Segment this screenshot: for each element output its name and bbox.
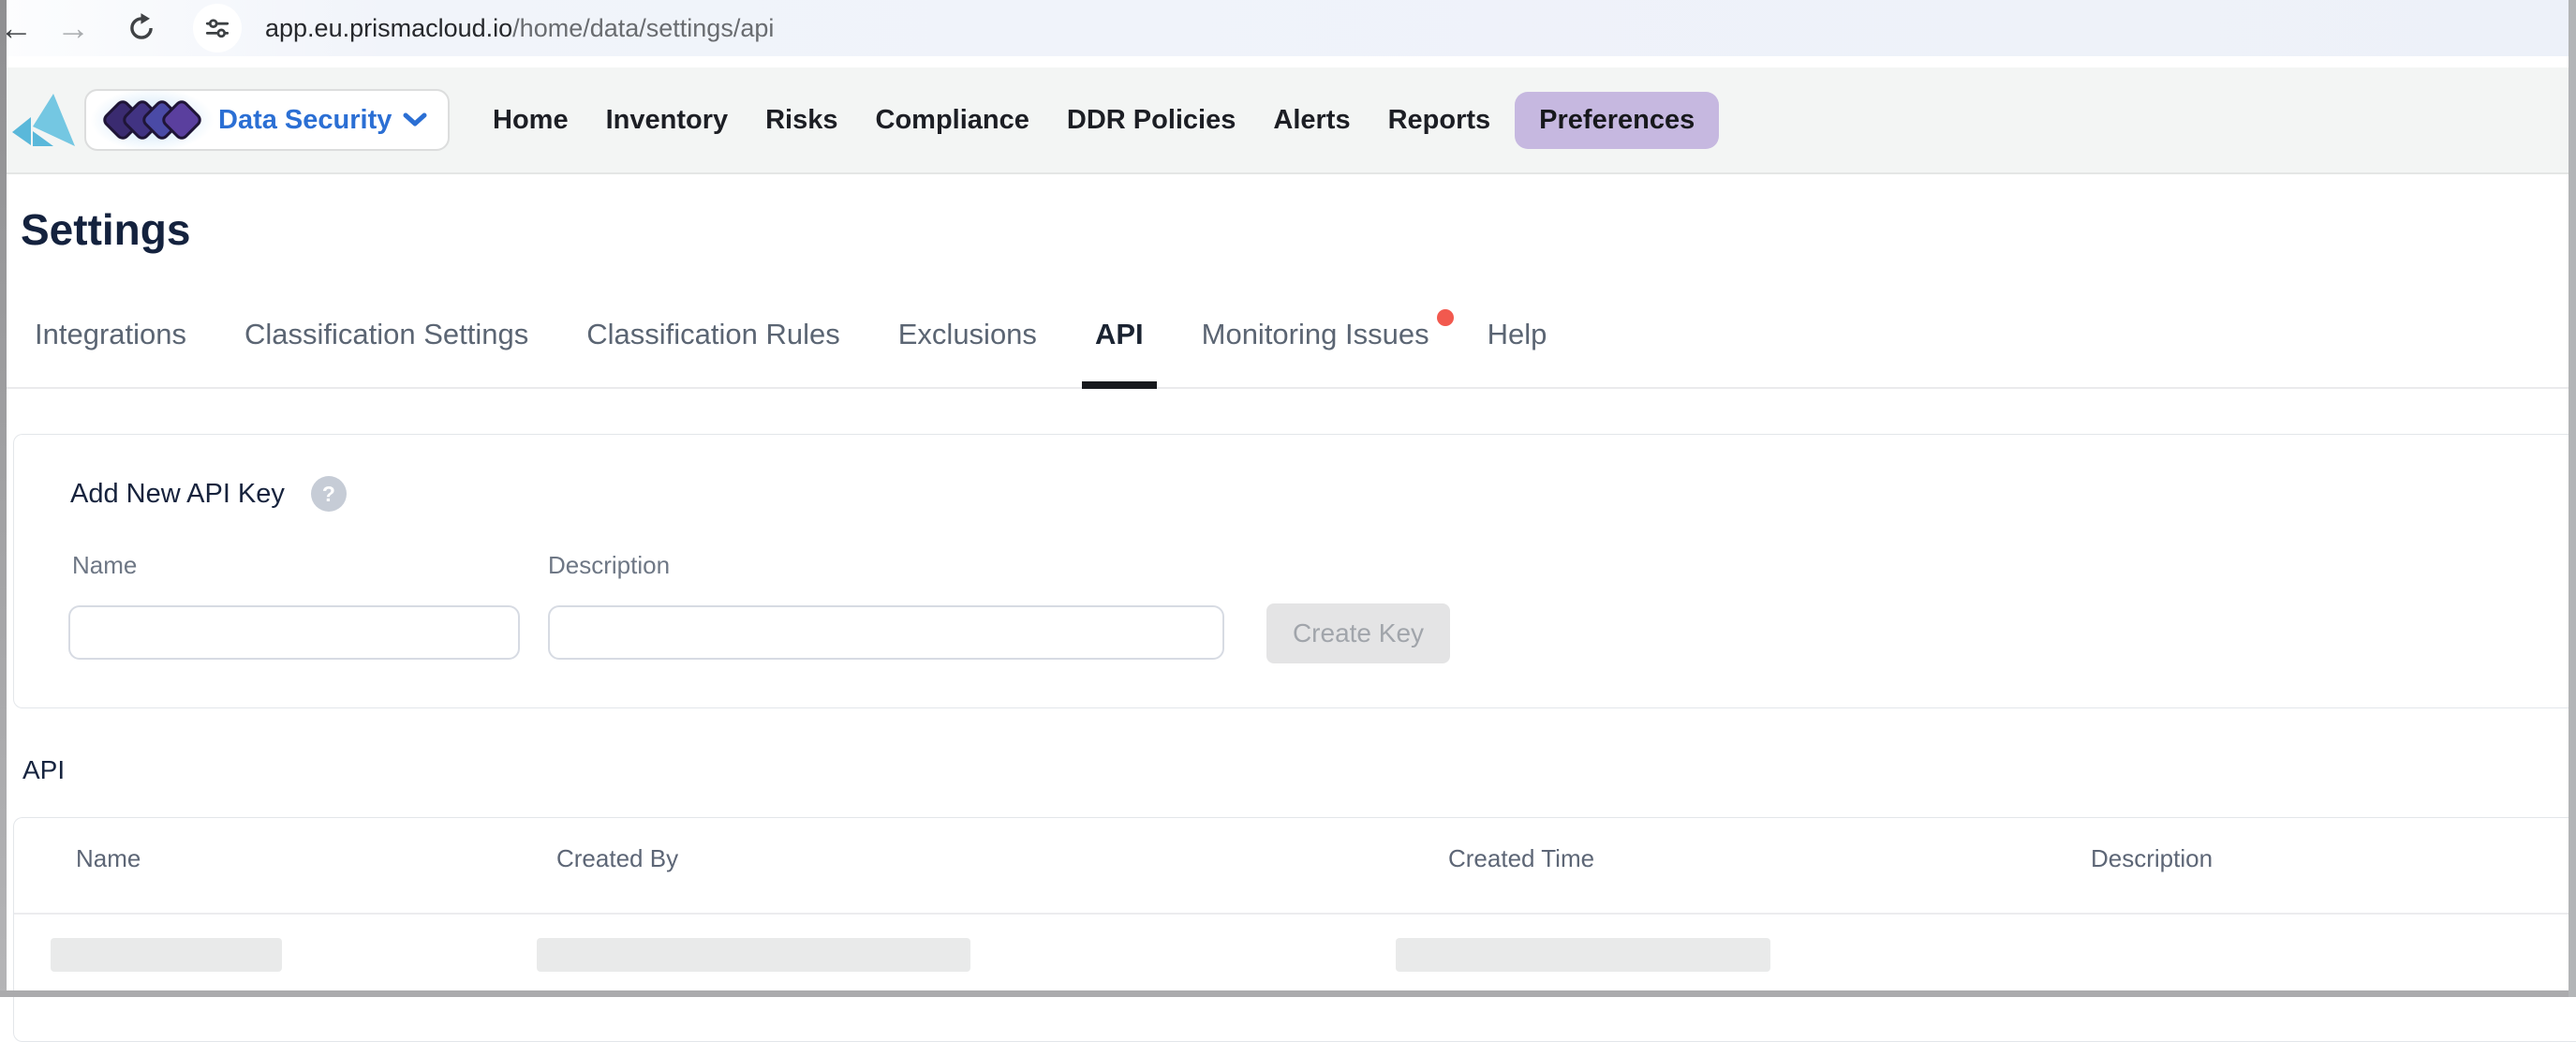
alert-dot — [1437, 309, 1454, 326]
app-switcher-label: Data Security — [218, 105, 392, 136]
url-host: app.eu.prismacloud.io — [265, 14, 512, 43]
help-icon[interactable]: ? — [311, 476, 347, 512]
api-section-heading: API — [22, 755, 65, 785]
nav-item-ddr-policies[interactable]: DDR Policies — [1048, 105, 1255, 136]
app-header: Data Security Home Inventory Risks Compl… — [0, 67, 2576, 174]
tab-exclusions[interactable]: Exclusions — [898, 317, 1037, 387]
tab-classification-settings[interactable]: Classification Settings — [244, 317, 528, 387]
tab-monitoring-issues-label: Monitoring Issues — [1202, 318, 1429, 350]
screen-left-edge — [0, 0, 7, 997]
chevron-down-icon — [403, 112, 427, 127]
url-path: /home/data/settings/api — [512, 14, 774, 43]
screen-bottom-edge — [0, 990, 2576, 997]
skeleton-bar — [537, 938, 970, 972]
scrollbar-track[interactable] — [2569, 0, 2576, 997]
main-nav: Home Inventory Risks Compliance DDR Poli… — [474, 92, 1719, 149]
column-header-name: Name — [76, 844, 141, 873]
name-field[interactable] — [68, 605, 520, 660]
skeleton-bar — [1396, 938, 1770, 972]
forward-icon: → — [56, 0, 90, 56]
description-field[interactable] — [548, 605, 1224, 660]
column-header-created-time: Created Time — [1448, 844, 1594, 873]
prisma-cloud-logo[interactable] — [11, 90, 77, 150]
nav-item-compliance[interactable]: Compliance — [857, 105, 1048, 136]
nav-item-inventory[interactable]: Inventory — [587, 105, 748, 136]
column-header-description: Description — [2091, 844, 2213, 873]
prisma-cloud-logo-icon — [11, 90, 77, 150]
page-title: Settings — [21, 204, 190, 255]
tab-integrations[interactable]: Integrations — [35, 317, 186, 387]
api-keys-table: Name Created By Created Time Description — [13, 817, 2576, 1042]
data-security-module-icon — [107, 101, 198, 139]
browser-refresh-button[interactable] — [121, 0, 162, 56]
nav-item-home[interactable]: Home — [474, 105, 587, 136]
site-settings-button[interactable] — [193, 4, 242, 52]
add-api-key-card: Add New API Key ? Name Description Creat… — [13, 434, 2576, 708]
nav-item-risks[interactable]: Risks — [747, 105, 856, 136]
create-key-button[interactable]: Create Key — [1266, 603, 1450, 663]
description-field-label: Description — [548, 551, 670, 580]
tab-help[interactable]: Help — [1488, 317, 1547, 387]
skeleton-bar — [51, 938, 282, 972]
add-api-key-heading: Add New API Key — [70, 479, 285, 510]
site-settings-icon — [203, 14, 231, 42]
column-header-created-by: Created By — [556, 844, 678, 873]
address-bar[interactable]: app.eu.prismacloud.io/home/data/settings… — [265, 0, 774, 56]
nav-item-reports[interactable]: Reports — [1369, 105, 1510, 136]
browser-toolbar: ← → app.eu.prismacloud.io/home/data/sett… — [0, 0, 2576, 56]
browser-forward-button[interactable]: → — [52, 0, 94, 56]
tab-monitoring-issues[interactable]: Monitoring Issues — [1202, 317, 1429, 387]
tab-classification-rules[interactable]: Classification Rules — [586, 317, 840, 387]
add-api-key-heading-row: Add New API Key ? — [70, 476, 347, 512]
nav-item-preferences[interactable]: Preferences — [1515, 92, 1719, 149]
tab-api[interactable]: API — [1095, 317, 1144, 387]
table-header-divider — [14, 913, 2576, 915]
refresh-icon — [126, 12, 157, 44]
name-field-label: Name — [72, 551, 137, 580]
nav-item-alerts[interactable]: Alerts — [1254, 105, 1369, 136]
settings-tabs: Integrations Classification Settings Cla… — [0, 317, 2576, 389]
app-switcher-dropdown[interactable]: Data Security — [84, 89, 450, 151]
